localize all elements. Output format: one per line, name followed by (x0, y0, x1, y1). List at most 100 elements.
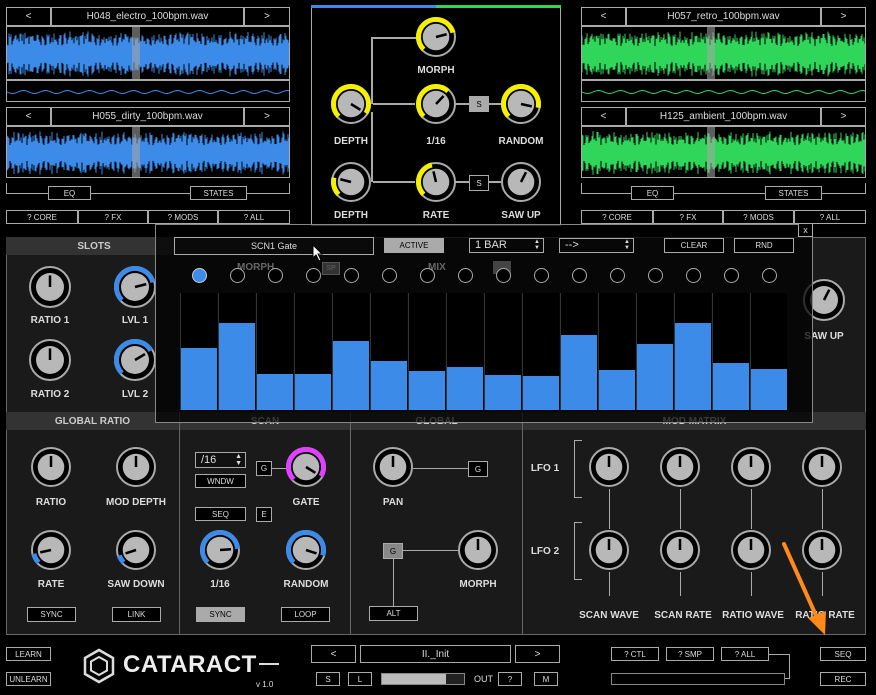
step-column[interactable] (180, 293, 217, 410)
alt-button[interactable]: ALT (369, 606, 418, 621)
step-column[interactable] (332, 293, 369, 410)
sample-tr-name[interactable]: H057_retro_100bpm.wav (626, 7, 821, 26)
seq-button-scan[interactable]: SEQ (195, 507, 246, 521)
sequence-name-field[interactable]: SCN1 Gate (174, 237, 374, 255)
sample-bl-name[interactable]: H055_dirty_100bpm.wav (51, 107, 244, 126)
all-help-button-footer[interactable]: ? ALL (721, 647, 769, 661)
scan-random-knob[interactable] (283, 527, 329, 573)
global-g-button-2[interactable]: G (383, 543, 403, 559)
scan-e-button[interactable]: E (256, 507, 272, 522)
step-column[interactable] (712, 293, 749, 410)
pan-knob[interactable] (370, 444, 416, 490)
all-help-button-left[interactable]: ? ALL (218, 210, 290, 224)
division-knob-top[interactable] (413, 81, 459, 127)
saw-up-knob-top[interactable] (498, 159, 544, 205)
step-column[interactable] (636, 293, 673, 410)
sample-tl-next-button[interactable]: > (244, 7, 290, 26)
depth-knob-2[interactable] (328, 159, 374, 205)
saw-down-knob[interactable] (113, 527, 159, 573)
step-column[interactable] (750, 293, 787, 410)
clear-button[interactable]: CLEAR (664, 238, 724, 253)
lfo1-ratio-rate-knob[interactable] (799, 444, 845, 490)
fx-help-button-left[interactable]: ? FX (78, 210, 148, 224)
lfo1-scan-rate-knob[interactable] (657, 444, 703, 490)
depth-knob-1[interactable] (328, 81, 374, 127)
states-button-left[interactable]: STATES (190, 186, 247, 200)
core-help-button-right[interactable]: ? CORE (581, 210, 653, 224)
mod-depth-knob[interactable] (113, 444, 159, 490)
save-s-button[interactable]: S (316, 672, 340, 686)
waveform-br[interactable] (581, 126, 866, 178)
sample-tl-prev-button[interactable]: < (6, 7, 51, 26)
lfo1-scan-wave-knob[interactable] (586, 444, 632, 490)
link-button[interactable]: LINK (112, 607, 161, 622)
step-column[interactable] (522, 293, 559, 410)
unlearn-button[interactable]: UNLEARN (6, 672, 51, 686)
rec-button[interactable]: REC (820, 672, 866, 686)
waveform-bl[interactable] (6, 126, 290, 178)
sample-tr-next-button[interactable]: > (821, 7, 866, 26)
mods-help-button-left[interactable]: ? MODS (148, 210, 218, 224)
sample-tr-prev-button[interactable]: < (581, 7, 626, 26)
rate-knob[interactable] (28, 527, 74, 573)
seq-button-footer[interactable]: SEQ (820, 647, 866, 661)
lfo2-ratio-wave-knob[interactable] (728, 527, 774, 573)
random-knob-top[interactable] (498, 81, 544, 127)
fx-help-button-right[interactable]: ? FX (653, 210, 723, 224)
step-column[interactable] (484, 293, 521, 410)
step-column[interactable] (408, 293, 445, 410)
sample-br-prev-button[interactable]: < (581, 107, 626, 126)
core-help-button-left[interactable]: ? CORE (6, 210, 78, 224)
sample-tl-name[interactable]: H048_electro_100bpm.wav (51, 7, 244, 26)
learn-button[interactable]: LEARN (6, 647, 51, 661)
preset-next-button[interactable]: > (515, 645, 560, 663)
step-column[interactable] (256, 293, 293, 410)
lvl2-knob[interactable] (111, 336, 159, 384)
lfo1-ratio-wave-knob[interactable] (728, 444, 774, 490)
waveform-tl[interactable] (6, 26, 290, 80)
scan-g-button[interactable]: G (256, 461, 272, 476)
ratio1-knob[interactable] (26, 263, 74, 311)
states-button-right[interactable]: STATES (765, 186, 822, 200)
lfo2-scan-wave-knob[interactable] (586, 527, 632, 573)
rate-knob-top[interactable] (413, 159, 459, 205)
ratio-knob[interactable] (28, 444, 74, 490)
eq-button-right[interactable]: EQ (631, 186, 674, 200)
step-column[interactable] (598, 293, 635, 410)
sync-button-global-ratio[interactable]: SYNC (27, 607, 76, 622)
mods-help-button-right[interactable]: ? MODS (723, 210, 794, 224)
sample-br-next-button[interactable]: > (821, 107, 866, 126)
rnd-button[interactable]: RND (734, 238, 794, 253)
step-column[interactable] (370, 293, 407, 410)
eq-button-left[interactable]: EQ (48, 186, 91, 200)
ratio2-knob[interactable] (26, 336, 74, 384)
load-l-button[interactable]: L (348, 672, 372, 686)
step-column[interactable] (294, 293, 331, 410)
ctl-help-button[interactable]: ? CTL (611, 647, 659, 661)
all-help-button-right[interactable]: ? ALL (794, 210, 866, 224)
lfo2-scan-rate-knob[interactable] (657, 527, 703, 573)
active-toggle[interactable]: ACTIVE (384, 238, 444, 253)
help-q-button[interactable]: ? (498, 672, 522, 686)
step-column[interactable] (446, 293, 483, 410)
wndw-button[interactable]: WNDW (195, 474, 246, 488)
scan-division-knob[interactable] (197, 527, 243, 573)
smp-help-button[interactable]: ? SMP (666, 647, 714, 661)
preset-name[interactable]: II._Init (360, 645, 511, 663)
sample-bl-prev-button[interactable]: < (6, 107, 51, 126)
gate-knob[interactable] (283, 444, 329, 490)
step-column[interactable] (218, 293, 255, 410)
direction-select[interactable]: --> ▲ ▼ (559, 238, 634, 253)
step-column[interactable] (560, 293, 597, 410)
close-popup-button[interactable]: x (798, 223, 813, 237)
preset-prev-button[interactable]: < (311, 645, 356, 663)
sync-s-button-2[interactable]: S (469, 175, 489, 191)
step-sequencer-grid[interactable] (180, 293, 788, 410)
loop-button[interactable]: LOOP (281, 607, 330, 622)
sync-button-scan[interactable]: SYNC (196, 607, 245, 622)
lvl1-knob[interactable] (111, 263, 159, 311)
length-select[interactable]: 1 BAR ▲ ▼ (469, 238, 544, 253)
output-level-slider[interactable] (381, 673, 465, 685)
waveform-tr[interactable] (581, 26, 866, 80)
morph-knob-top[interactable] (413, 14, 459, 60)
